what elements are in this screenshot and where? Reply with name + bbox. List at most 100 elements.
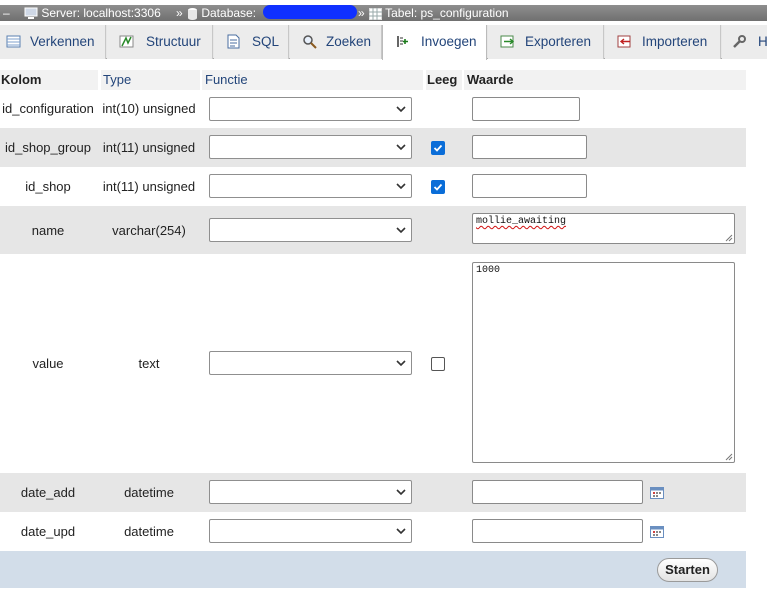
column-header: Kolom Type Functie Leeg Waarde: [0, 70, 746, 90]
column-type: datetime: [124, 524, 174, 539]
column-name: date_upd: [20, 524, 76, 539]
server-link[interactable]: Server: localhost:3306: [24, 5, 161, 21]
header-kolom: Kolom: [0, 70, 98, 90]
column-type: int(10) unsigned: [102, 101, 196, 116]
column-type: datetime: [124, 485, 174, 500]
check-icon: [433, 144, 443, 152]
insert-icon: [397, 36, 408, 47]
sql-icon: [227, 34, 240, 49]
search-icon: [303, 35, 317, 49]
column-type: int(11) unsigned: [102, 179, 196, 194]
wrench-icon: [733, 35, 746, 48]
function-select[interactable]: [209, 519, 412, 543]
table-row: id_shop_group int(11) unsigned: [0, 128, 746, 167]
tab-import[interactable]: Importeren: [605, 25, 721, 59]
value-textarea[interactable]: 1000: [472, 262, 735, 463]
header-type[interactable]: Type: [101, 70, 200, 90]
calendar-icon[interactable]: [650, 486, 664, 499]
null-checkbox[interactable]: [431, 141, 445, 155]
chevron-down-icon: [396, 106, 406, 113]
value-input[interactable]: [472, 174, 587, 198]
chevron-down-icon: [396, 528, 406, 535]
table-link[interactable]: Tabel: ps_configuration: [369, 5, 509, 21]
form-footer: Starten: [0, 551, 746, 588]
tab-label: Zoeken: [326, 34, 372, 49]
table-row: value text 1000: [0, 254, 746, 473]
tab-label: Importeren: [642, 34, 708, 49]
column-type: text: [138, 356, 160, 371]
tab-bar: Verkennen Structuur SQL Zoeken Invoegen …: [0, 25, 767, 60]
tab-more[interactable]: H: [722, 25, 767, 59]
function-select[interactable]: [209, 218, 412, 242]
column-name: value: [32, 356, 64, 371]
header-function[interactable]: Functie: [202, 70, 423, 90]
redaction-mark: [263, 5, 357, 19]
tab-browse[interactable]: Verkennen: [0, 25, 106, 59]
function-select[interactable]: [209, 97, 412, 121]
tab-label: H: [758, 34, 767, 49]
function-select[interactable]: [209, 351, 412, 375]
column-type: int(11) unsigned: [102, 140, 196, 155]
calendar-icon[interactable]: [650, 525, 664, 538]
value-text: 1000: [476, 265, 501, 276]
chevron-down-icon: [396, 227, 406, 234]
tab-export[interactable]: Exporteren: [488, 25, 604, 59]
tab-label: SQL: [252, 34, 280, 49]
column-type: varchar(254): [112, 223, 186, 238]
function-select[interactable]: [209, 174, 412, 198]
breadcrumb-separator: »: [176, 6, 183, 20]
function-select[interactable]: [209, 135, 412, 159]
chevron-down-icon: [396, 183, 406, 190]
collapse-toggle[interactable]: –: [3, 5, 10, 21]
tab-search[interactable]: Zoeken: [290, 25, 382, 59]
chevron-down-icon: [396, 360, 406, 367]
tab-insert[interactable]: Invoegen: [382, 25, 487, 60]
table-icon: [369, 7, 382, 20]
column-name: id_shop_group: [4, 140, 92, 155]
resize-handle[interactable]: [725, 234, 733, 242]
database-link[interactable]: Database:: [187, 5, 256, 21]
table-row: date_upd datetime: [0, 512, 746, 551]
tab-label: Exporteren: [525, 34, 592, 49]
server-icon: [24, 7, 38, 20]
header-value: Waarde: [464, 70, 746, 90]
chevron-down-icon: [396, 489, 406, 496]
column-name: name: [31, 223, 65, 238]
export-icon: [500, 35, 515, 48]
value-input[interactable]: [472, 480, 643, 504]
go-button[interactable]: Starten: [657, 558, 718, 582]
null-checkbox[interactable]: [431, 180, 445, 194]
null-checkbox[interactable]: [431, 357, 445, 371]
resize-handle[interactable]: [725, 453, 733, 461]
browse-icon: [6, 35, 21, 48]
tab-structure[interactable]: Structuur: [107, 25, 213, 59]
table-row: id_configuration int(10) unsigned: [0, 90, 746, 128]
import-icon: [617, 35, 631, 48]
table-row: id_shop int(11) unsigned: [0, 167, 746, 206]
breadcrumb: – Server: localhost:3306 » Database: » T…: [0, 0, 767, 24]
table-row: date_add datetime: [0, 473, 746, 512]
tab-label: Invoegen: [421, 34, 477, 49]
tab-label: Structuur: [146, 34, 201, 49]
column-name: date_add: [20, 485, 76, 500]
structure-icon: [119, 35, 134, 48]
chevron-down-icon: [396, 144, 406, 151]
function-select[interactable]: [209, 480, 412, 504]
tab-sql[interactable]: SQL: [214, 25, 289, 59]
database-label: Database:: [201, 6, 257, 20]
value-input[interactable]: [472, 97, 580, 121]
breadcrumb-bar: – Server: localhost:3306 » Database: » T…: [0, 5, 767, 21]
value-textarea[interactable]: mollie_awaiting: [472, 213, 735, 244]
column-name: id_shop: [25, 179, 71, 194]
value-input[interactable]: [472, 519, 643, 543]
server-label: Server: localhost:3306: [41, 6, 161, 20]
header-null: Leeg: [426, 70, 462, 90]
breadcrumb-separator: »: [358, 6, 365, 20]
tab-label: Verkennen: [30, 34, 95, 49]
value-input[interactable]: [472, 135, 587, 159]
value-text: mollie_awaiting: [476, 216, 567, 227]
table-row: name varchar(254) mollie_awaiting: [0, 206, 746, 254]
check-icon: [433, 183, 443, 191]
database-icon: [188, 8, 197, 21]
column-name: id_configuration: [2, 101, 94, 116]
